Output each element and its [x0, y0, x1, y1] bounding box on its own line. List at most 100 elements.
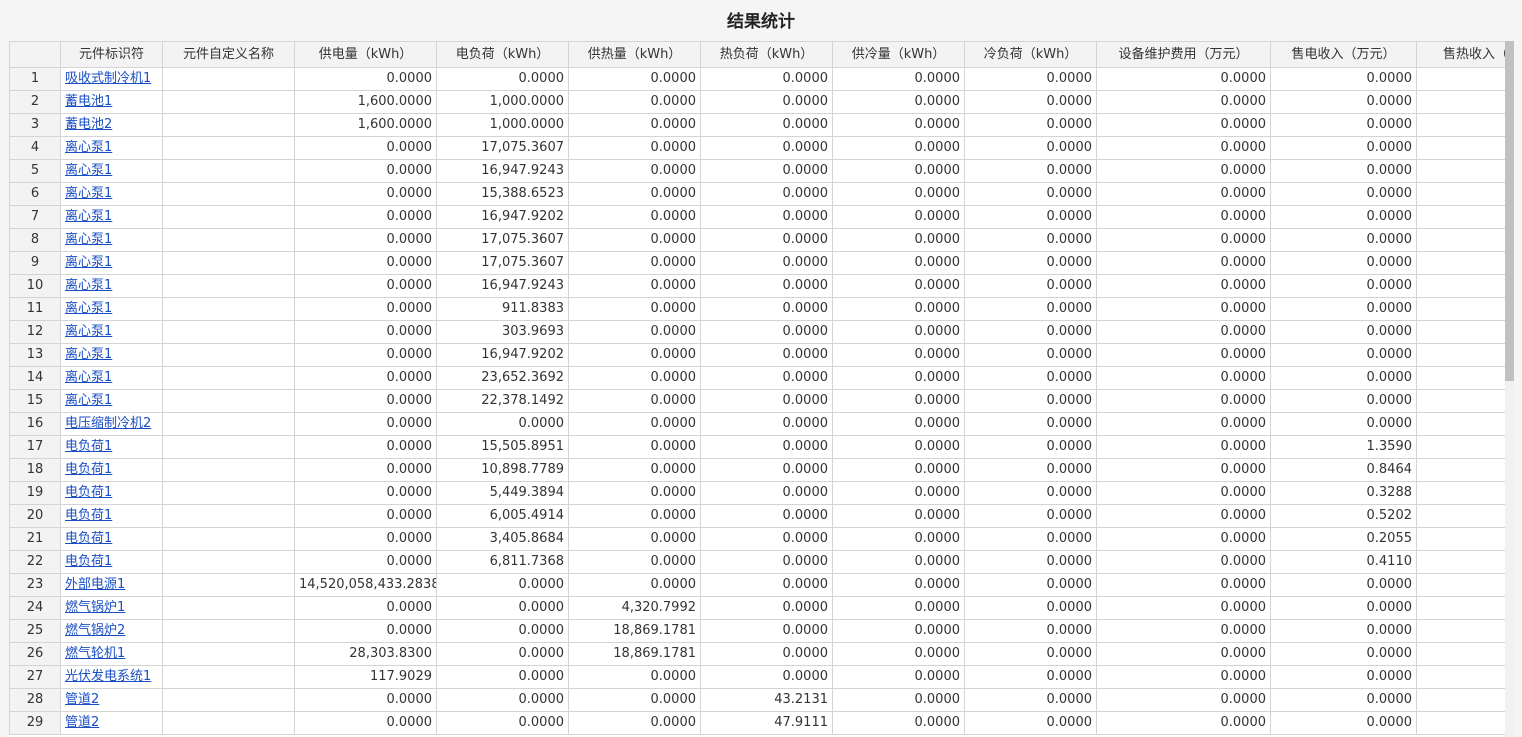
column-header-maintenance-cost[interactable]: 设备维护费用（万元）: [1096, 41, 1271, 68]
column-header-custom-name[interactable]: 元件自定义名称: [162, 41, 295, 68]
table-row[interactable]: 26 燃气轮机1 28,303.8300 0.0000 18,869.1781 0.000…: [9, 642, 1505, 666]
table-row[interactable]: 15 离心泵1 0.0000 22,378.1492 0.0000 0.0000 0.000…: [9, 389, 1505, 413]
results-table-body: 1 吸收式制冷机1 0.0000 0.0000 0.0000 0.0000 0.0000 0.…: [9, 67, 1505, 735]
electricity-revenue-cell: 0.0000: [1270, 90, 1417, 114]
table-row[interactable]: 1 吸收式制冷机1 0.0000 0.0000 0.0000 0.0000 0.0000 0.…: [9, 67, 1505, 91]
element-id-link[interactable]: 离心泵1: [65, 140, 112, 155]
element-id-link[interactable]: 管道2: [65, 692, 99, 707]
element-id-link[interactable]: 电负荷1: [65, 554, 112, 569]
element-id-link[interactable]: 离心泵1: [65, 186, 112, 201]
element-id-link[interactable]: 离心泵1: [65, 209, 112, 224]
element-id-link[interactable]: 燃气锅炉2: [65, 623, 125, 638]
element-id-link[interactable]: 吸收式制冷机1: [65, 71, 151, 86]
table-row[interactable]: 17 电负荷1 0.0000 15,505.8951 0.0000 0.0000 0.000…: [9, 435, 1505, 459]
maintenance-cost-cell: 0.0000: [1096, 343, 1271, 367]
electric-load-cell: 0.0000: [436, 619, 569, 643]
table-row[interactable]: 22 电负荷1 0.0000 6,811.7368 0.0000 0.0000 0.0000…: [9, 550, 1505, 574]
custom-name-cell: [162, 113, 295, 137]
element-id-link[interactable]: 燃气锅炉1: [65, 600, 125, 615]
electricity-revenue-cell: 0.0000: [1270, 136, 1417, 160]
column-header-heat-revenue[interactable]: 售热收入（: [1416, 41, 1505, 68]
heat-revenue-cell: [1416, 90, 1505, 114]
element-id-link[interactable]: 离心泵1: [65, 163, 112, 178]
cooling-load-cell: 0.0000: [964, 182, 1097, 206]
column-header-electricity-revenue[interactable]: 售电收入（万元）: [1270, 41, 1417, 68]
table-row[interactable]: 5 离心泵1 0.0000 16,947.9243 0.0000 0.0000 0.0000…: [9, 159, 1505, 183]
maintenance-cost-cell: 0.0000: [1096, 67, 1271, 91]
column-header-electric-load[interactable]: 电负荷（kWh）: [436, 41, 569, 68]
electricity-revenue-cell: 0.0000: [1270, 297, 1417, 321]
element-id-link[interactable]: 离心泵1: [65, 278, 112, 293]
table-row[interactable]: 4 离心泵1 0.0000 17,075.3607 0.0000 0.0000 0.0000…: [9, 136, 1505, 160]
element-id-link[interactable]: 管道2: [65, 715, 99, 730]
table-row[interactable]: 16 电压缩制冷机2 0.0000 0.0000 0.0000 0.0000 0.0000 0…: [9, 412, 1505, 436]
element-id-link[interactable]: 外部电源1: [65, 577, 125, 592]
electric-load-cell: 1,000.0000: [436, 113, 569, 137]
power-supply-cell: 14,520,058,433.2838: [294, 573, 437, 597]
table-row[interactable]: 23 外部电源1 14,520,058,433.2838 0.0000 0.0000 0.…: [9, 573, 1505, 597]
heat-revenue-cell: [1416, 274, 1505, 298]
cooling-load-cell: 0.0000: [964, 642, 1097, 666]
element-id-link[interactable]: 离心泵1: [65, 347, 112, 362]
element-id-link[interactable]: 电负荷1: [65, 462, 112, 477]
column-header-rownum[interactable]: [9, 41, 61, 68]
table-row[interactable]: 21 电负荷1 0.0000 3,405.8684 0.0000 0.0000 0.0000…: [9, 527, 1505, 551]
cooling-load-cell: 0.0000: [964, 366, 1097, 390]
cooling-supply-cell: 0.0000: [832, 481, 965, 505]
table-row[interactable]: 18 电负荷1 0.0000 10,898.7789 0.0000 0.0000 0.000…: [9, 458, 1505, 482]
element-id-link[interactable]: 蓄电池2: [65, 117, 112, 132]
table-row[interactable]: 3 蓄电池2 1,600.0000 1,000.0000 0.0000 0.0000 0.0…: [9, 113, 1505, 137]
custom-name-cell: [162, 573, 295, 597]
column-header-cooling-load[interactable]: 冷负荷（kWh）: [964, 41, 1097, 68]
custom-name-cell: [162, 619, 295, 643]
element-id-link[interactable]: 离心泵1: [65, 324, 112, 339]
element-id-link[interactable]: 离心泵1: [65, 393, 112, 408]
results-grid: 元件标识符 元件自定义名称 供电量（kWh） 电负荷（kWh） 供热量（kWh）…: [9, 41, 1505, 737]
cooling-load-cell: 0.0000: [964, 688, 1097, 712]
column-header-heat-supply[interactable]: 供热量（kWh）: [568, 41, 701, 68]
element-id-link[interactable]: 电压缩制冷机2: [65, 416, 151, 431]
table-row[interactable]: 7 离心泵1 0.0000 16,947.9202 0.0000 0.0000 0.0000…: [9, 205, 1505, 229]
table-row[interactable]: 20 电负荷1 0.0000 6,005.4914 0.0000 0.0000 0.0000…: [9, 504, 1505, 528]
table-row[interactable]: 12 离心泵1 0.0000 303.9693 0.0000 0.0000 0.0000 0.…: [9, 320, 1505, 344]
column-header-element-id[interactable]: 元件标识符: [60, 41, 163, 68]
column-header-heat-load[interactable]: 热负荷（kWh）: [700, 41, 833, 68]
table-row[interactable]: 19 电负荷1 0.0000 5,449.3894 0.0000 0.0000 0.0000…: [9, 481, 1505, 505]
power-supply-cell: 0.0000: [294, 297, 437, 321]
element-id-link[interactable]: 电负荷1: [65, 531, 112, 546]
table-row[interactable]: 9 离心泵1 0.0000 17,075.3607 0.0000 0.0000 0.0000…: [9, 251, 1505, 275]
element-id-link[interactable]: 电负荷1: [65, 439, 112, 454]
element-id-link[interactable]: 离心泵1: [65, 232, 112, 247]
table-row[interactable]: 24 燃气锅炉1 0.0000 0.0000 4,320.7992 0.0000 0.000…: [9, 596, 1505, 620]
custom-name-cell: [162, 182, 295, 206]
table-row[interactable]: 6 离心泵1 0.0000 15,388.6523 0.0000 0.0000 0.0000…: [9, 182, 1505, 206]
element-id-link[interactable]: 离心泵1: [65, 301, 112, 316]
row-number: 17: [9, 435, 61, 459]
element-id-link[interactable]: 电负荷1: [65, 508, 112, 523]
table-row[interactable]: 27 光伏发电系统1 117.9029 0.0000 0.0000 0.0000 0.000…: [9, 665, 1505, 689]
element-id-link[interactable]: 离心泵1: [65, 370, 112, 385]
table-row[interactable]: 25 燃气锅炉2 0.0000 0.0000 18,869.1781 0.0000 0.00…: [9, 619, 1505, 643]
table-row[interactable]: 29 管道2 0.0000 0.0000 0.0000 47.9111 0.0000 0.00…: [9, 711, 1505, 735]
column-header-cooling-supply[interactable]: 供冷量（kWh）: [832, 41, 965, 68]
cooling-supply-cell: 0.0000: [832, 550, 965, 574]
element-id-link[interactable]: 电负荷1: [65, 485, 112, 500]
table-row[interactable]: 28 管道2 0.0000 0.0000 0.0000 43.2131 0.0000 0.00…: [9, 688, 1505, 712]
table-row[interactable]: 14 离心泵1 0.0000 23,652.3692 0.0000 0.0000 0.000…: [9, 366, 1505, 390]
heat-revenue-cell: [1416, 711, 1505, 735]
element-id-link[interactable]: 光伏发电系统1: [65, 669, 151, 684]
vertical-scrollbar-thumb[interactable]: [1505, 41, 1514, 381]
maintenance-cost-cell: 0.0000: [1096, 90, 1271, 114]
custom-name-cell: [162, 228, 295, 252]
table-row[interactable]: 8 离心泵1 0.0000 17,075.3607 0.0000 0.0000 0.0000…: [9, 228, 1505, 252]
table-row[interactable]: 10 离心泵1 0.0000 16,947.9243 0.0000 0.0000 0.000…: [9, 274, 1505, 298]
table-row[interactable]: 11 离心泵1 0.0000 911.8383 0.0000 0.0000 0.0000 0.…: [9, 297, 1505, 321]
element-id-link[interactable]: 蓄电池1: [65, 94, 112, 109]
table-row[interactable]: 2 蓄电池1 1,600.0000 1,000.0000 0.0000 0.0000 0.0…: [9, 90, 1505, 114]
element-id-cell: 电负荷1: [60, 481, 163, 505]
table-row[interactable]: 13 离心泵1 0.0000 16,947.9202 0.0000 0.0000 0.000…: [9, 343, 1505, 367]
element-id-link[interactable]: 离心泵1: [65, 255, 112, 270]
power-supply-cell: 0.0000: [294, 320, 437, 344]
column-header-power-supply[interactable]: 供电量（kWh）: [294, 41, 437, 68]
element-id-link[interactable]: 燃气轮机1: [65, 646, 125, 661]
